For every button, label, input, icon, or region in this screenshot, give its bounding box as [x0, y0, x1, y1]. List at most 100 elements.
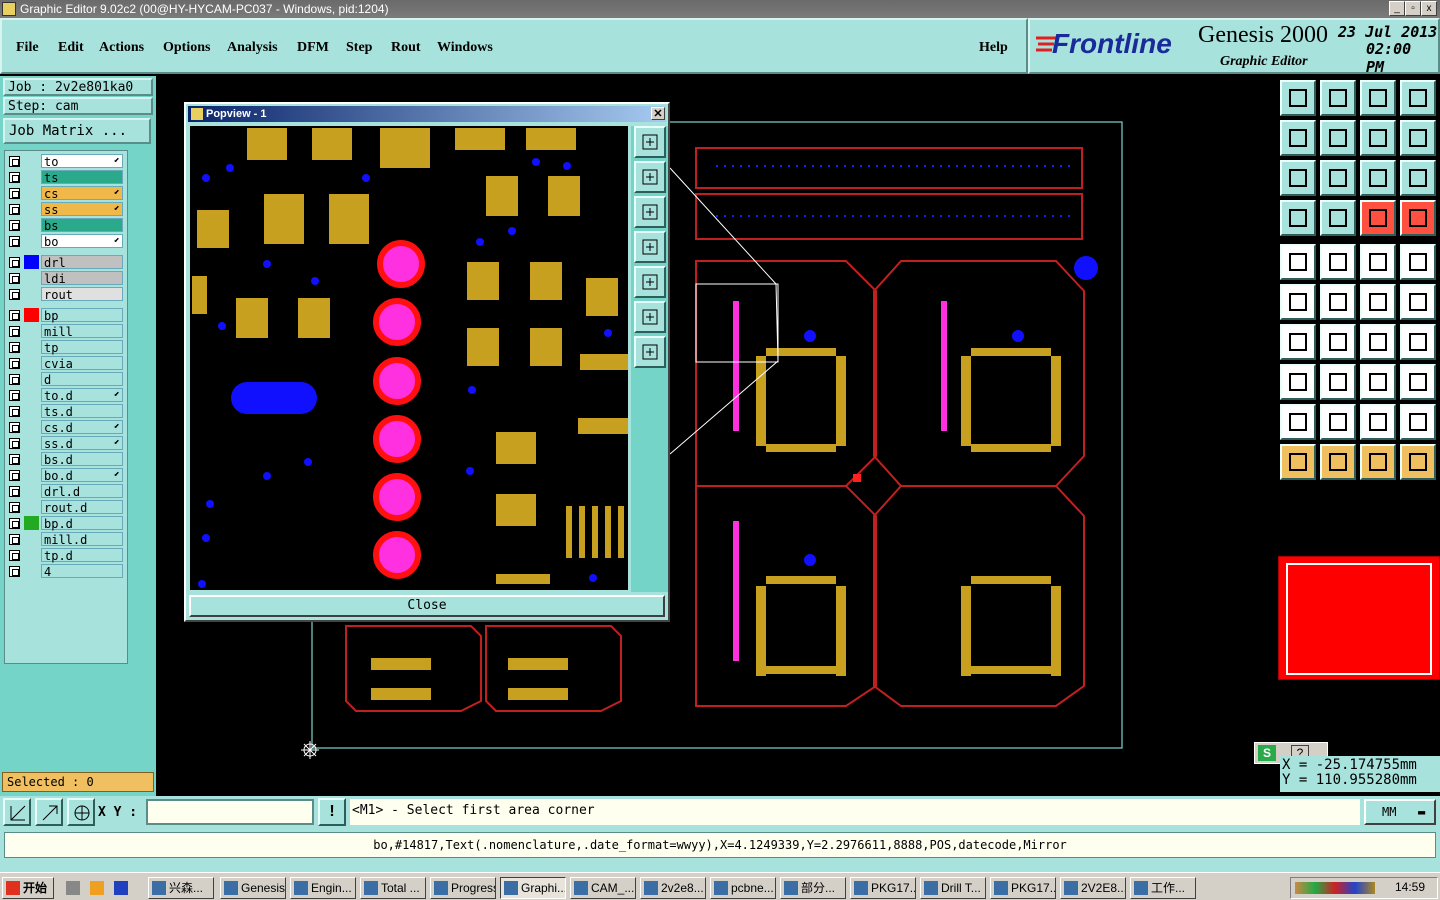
- layer-name[interactable]: cvia: [41, 356, 123, 371]
- pad-tool-icon[interactable]: [1400, 244, 1436, 280]
- taskbar-item[interactable]: Graphi...: [500, 877, 566, 899]
- taskbar-item[interactable]: 兴森...: [148, 877, 214, 899]
- move-tool-icon[interactable]: [1400, 284, 1436, 320]
- layer-row-4[interactable]: 4: [8, 564, 124, 579]
- slash-tool-icon[interactable]: [1320, 324, 1356, 360]
- menu-edit[interactable]: Edit: [58, 40, 84, 56]
- properties-icon[interactable]: [1280, 200, 1316, 236]
- layer-name[interactable]: bs.d: [41, 452, 123, 467]
- minus-tool-icon[interactable]: [1320, 364, 1356, 400]
- menu-options[interactable]: Options: [163, 40, 210, 56]
- pan-up-icon[interactable]: [1280, 80, 1316, 116]
- layer-name[interactable]: bp.d: [41, 516, 123, 531]
- layer-name[interactable]: drl: [41, 255, 123, 270]
- popview-canvas[interactable]: [190, 126, 628, 590]
- taskbar-item[interactable]: 部分...: [780, 877, 846, 899]
- layer-color-swatch[interactable]: [24, 154, 39, 168]
- layer-name[interactable]: tp.d: [41, 548, 123, 563]
- menu-analysis[interactable]: Analysis: [227, 40, 278, 56]
- units-select[interactable]: MM ▬: [1364, 799, 1436, 825]
- layer-row-to-d[interactable]: to.d ⬋: [8, 388, 124, 403]
- taskbar-item[interactable]: Engin...: [290, 877, 356, 899]
- layer-row-d[interactable]: d: [8, 372, 124, 387]
- layer-name[interactable]: cs: [41, 186, 123, 201]
- tray-icons[interactable]: [1295, 882, 1375, 894]
- layer-checkbox[interactable]: [9, 156, 20, 167]
- layer-row-drl[interactable]: drl: [8, 255, 124, 270]
- layer-checkbox[interactable]: [9, 486, 20, 497]
- layer-name[interactable]: ts: [41, 170, 123, 185]
- layer-name[interactable]: mill: [41, 324, 123, 339]
- select-net-icon[interactable]: [1400, 444, 1436, 480]
- line-tool-icon[interactable]: [1320, 244, 1356, 280]
- menu-step[interactable]: Step: [346, 40, 372, 56]
- layer-row-tp[interactable]: tp: [8, 340, 124, 355]
- layer-checkbox[interactable]: [9, 204, 20, 215]
- layer-checkbox[interactable]: [9, 422, 20, 433]
- layer-color-swatch[interactable]: [24, 340, 39, 354]
- zoom-back-icon[interactable]: [1360, 120, 1396, 156]
- select-box-icon[interactable]: [1320, 444, 1356, 480]
- layer-checkbox[interactable]: [9, 518, 20, 529]
- layer-name[interactable]: to: [41, 154, 123, 169]
- popview-fit-icon[interactable]: [634, 126, 666, 158]
- layer-name[interactable]: tp: [41, 340, 123, 355]
- zoom-center-icon[interactable]: [1320, 160, 1356, 196]
- layer-color-swatch[interactable]: [24, 324, 39, 338]
- layer-color-swatch[interactable]: [24, 436, 39, 450]
- popview-pan-up-icon[interactable]: [634, 161, 666, 193]
- grid-button[interactable]: [67, 798, 95, 826]
- layer-name[interactable]: rout.d: [41, 500, 123, 515]
- taskbar-item[interactable]: pcbne...: [710, 877, 776, 899]
- layer-row-bo[interactable]: bo ⬋: [8, 234, 124, 249]
- popview-pan-down-icon[interactable]: [634, 196, 666, 228]
- select-pointer-icon[interactable]: [1280, 444, 1316, 480]
- layer-color-swatch[interactable]: [24, 564, 39, 578]
- measure-ruler-icon[interactable]: [1360, 244, 1396, 280]
- taskbar-item[interactable]: PKG17...: [850, 877, 916, 899]
- layer-checkbox[interactable]: [9, 534, 20, 545]
- select-multi-icon[interactable]: [1360, 444, 1396, 480]
- layer-color-swatch[interactable]: [24, 548, 39, 562]
- layer-checkbox[interactable]: [9, 257, 20, 268]
- taskbar-item[interactable]: Genesis: [220, 877, 286, 899]
- layer-checkbox[interactable]: [9, 390, 20, 401]
- layer-row-cs[interactable]: cs ⬋: [8, 186, 124, 201]
- desktop-icon[interactable]: [66, 881, 80, 895]
- layer-name[interactable]: bo: [41, 234, 123, 249]
- layer-checkbox[interactable]: [9, 374, 20, 385]
- minimize-button[interactable]: _: [1389, 1, 1405, 16]
- layer-row-ts-d[interactable]: ts.d: [8, 404, 124, 419]
- layer-checkbox[interactable]: [9, 550, 20, 561]
- layer-row-drl-d[interactable]: drl.d: [8, 484, 124, 499]
- layer-checkbox[interactable]: [9, 326, 20, 337]
- layer-name[interactable]: d: [41, 372, 123, 387]
- layer-checkbox[interactable]: [9, 406, 20, 417]
- layer-color-swatch[interactable]: [24, 255, 39, 269]
- browser-icon[interactable]: [114, 881, 128, 895]
- taskbar-item[interactable]: 工作...: [1130, 877, 1196, 899]
- outline-tool-icon[interactable]: [1400, 404, 1436, 440]
- query-icon[interactable]: [1400, 160, 1436, 196]
- popview-pan-left-icon[interactable]: [634, 231, 666, 263]
- menu-windows[interactable]: Windows: [437, 40, 493, 56]
- popview-close-x[interactable]: ✕: [651, 107, 665, 120]
- layer-color-swatch[interactable]: [24, 308, 39, 322]
- popview-zoom-in-icon[interactable]: [634, 301, 666, 333]
- menu-dfm[interactable]: DFM: [297, 40, 329, 56]
- layer-color-swatch[interactable]: [24, 388, 39, 402]
- snap-icon[interactable]: S: [1258, 745, 1276, 761]
- layer-row-to[interactable]: to ⬋: [8, 154, 124, 169]
- mirror-tool-icon[interactable]: [1400, 324, 1436, 360]
- layer-name[interactable]: bp: [41, 308, 123, 323]
- layer-checkbox[interactable]: [9, 220, 20, 231]
- layer-color-swatch[interactable]: [24, 372, 39, 386]
- menu-help[interactable]: Help: [979, 40, 1008, 56]
- layer-name[interactable]: bo.d: [41, 468, 123, 483]
- menu-rout[interactable]: Rout: [391, 40, 421, 56]
- taskbar-item[interactable]: CAM_...: [570, 877, 636, 899]
- xy-input[interactable]: [146, 799, 314, 825]
- layer-color-swatch[interactable]: [24, 218, 39, 232]
- arc-tool-icon[interactable]: [1360, 284, 1396, 320]
- layer-color-swatch[interactable]: [24, 170, 39, 184]
